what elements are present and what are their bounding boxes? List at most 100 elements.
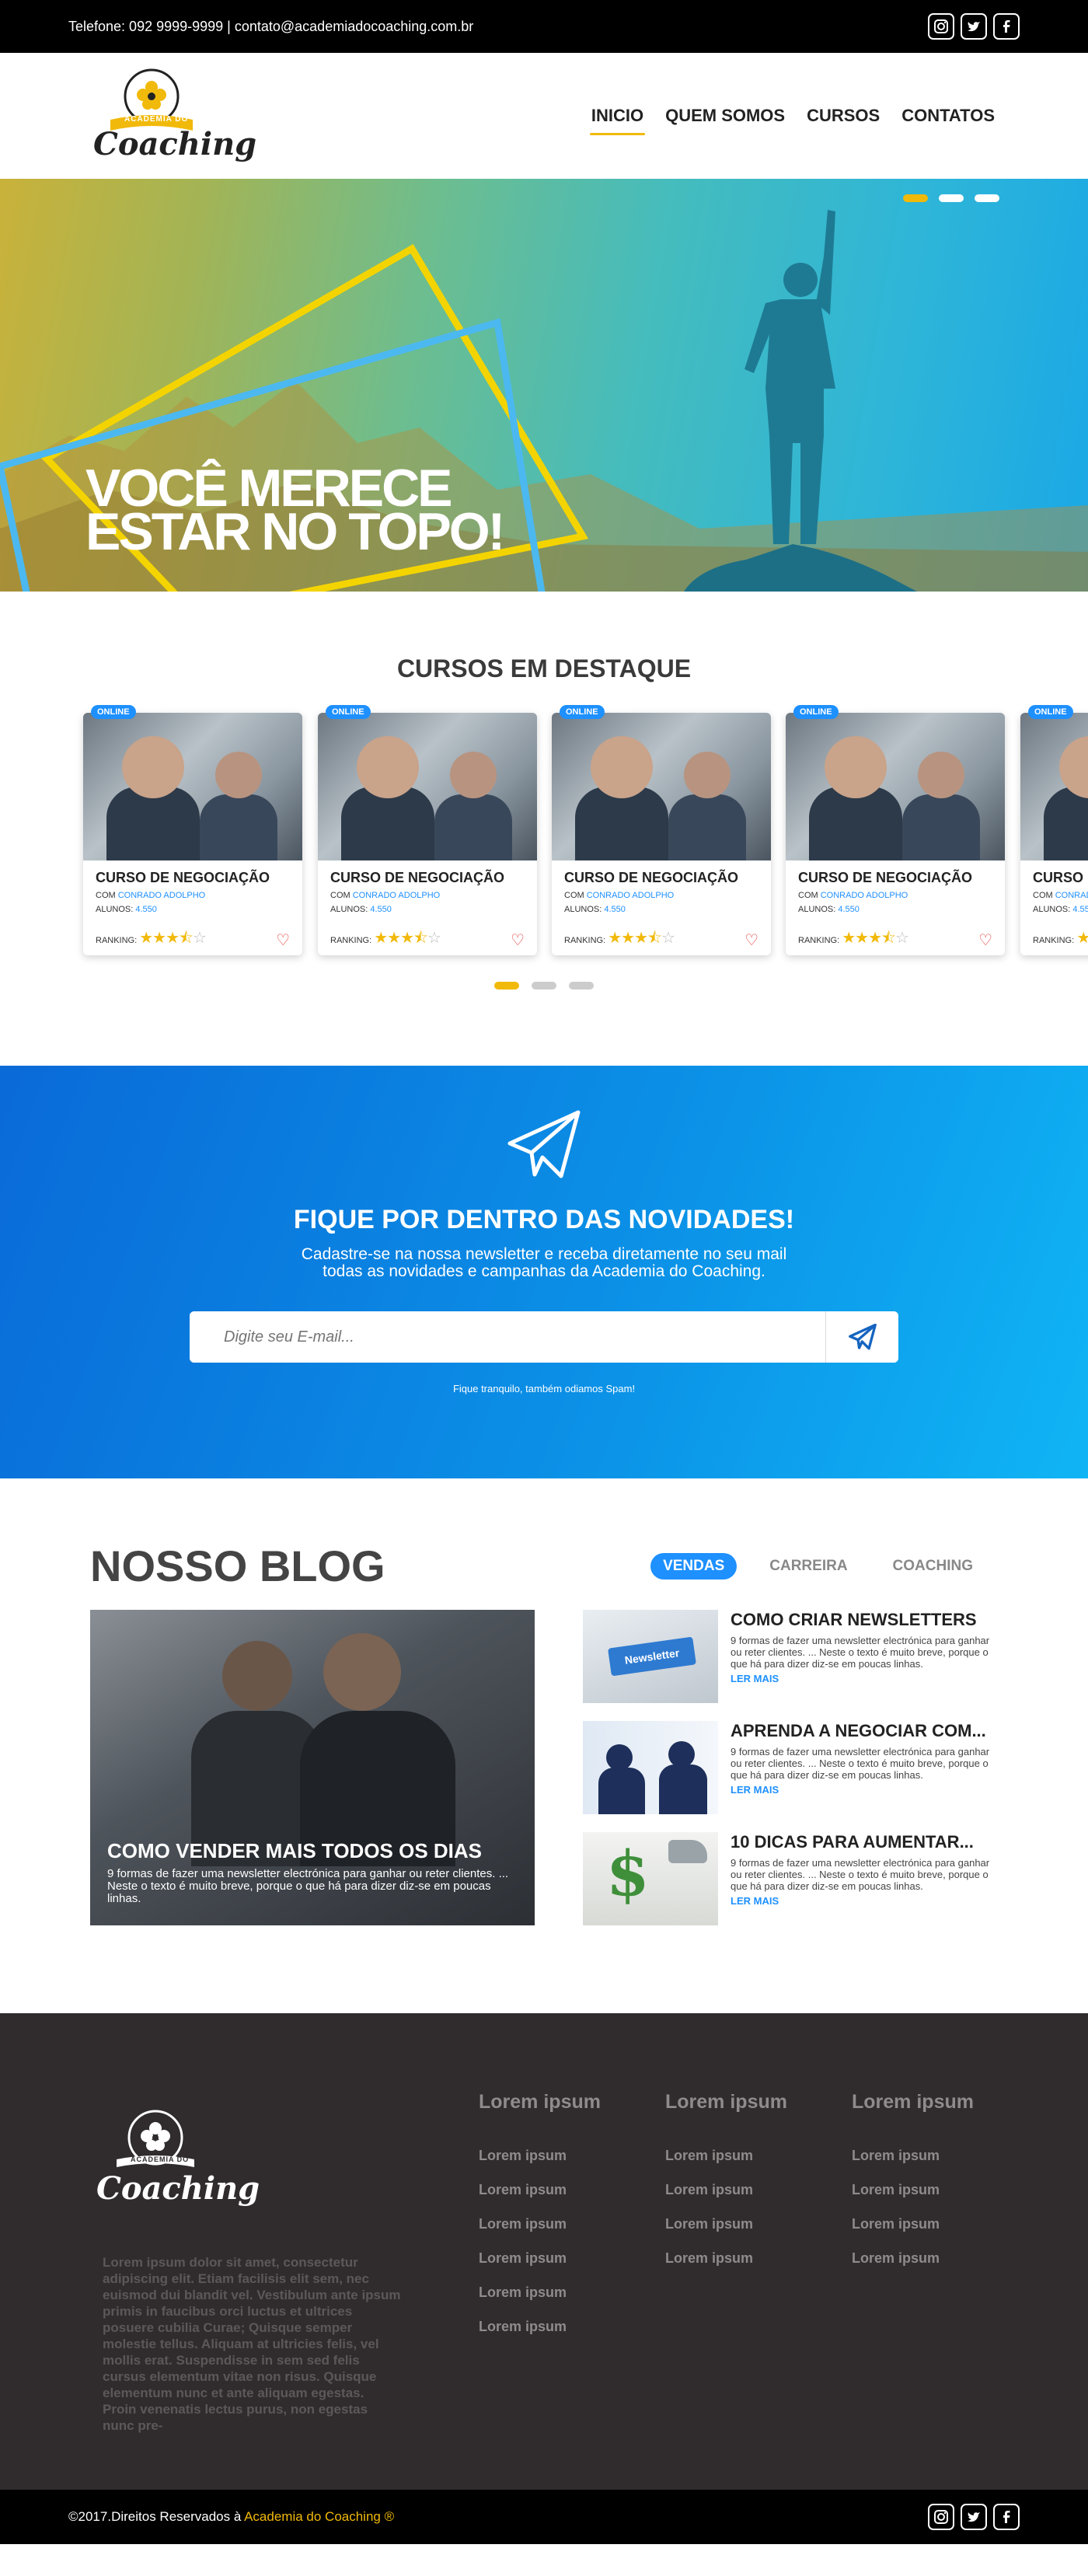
course-students: ALUNOS: 4.550 [96, 905, 157, 914]
footer-link[interactable]: Lorem ipsum [852, 2250, 1007, 2267]
logo-main-text: Coaching [93, 126, 257, 162]
footer-link[interactable]: Lorem ipsum [479, 2148, 634, 2164]
nav-quem-somos[interactable]: QUEM SOMOS [664, 101, 786, 131]
tab-vendas[interactable]: VENDAS [650, 1552, 738, 1579]
post-excerpt: 9 formas de fazer uma newsletter electró… [731, 1857, 990, 1892]
footer-column: Lorem ipsum Lorem ipsum Lorem ipsum Lore… [665, 2091, 821, 2285]
footer-link[interactable]: Lorem ipsum [665, 2148, 821, 2164]
footer-link[interactable]: Lorem ipsum [852, 2148, 1007, 2164]
blog-tabs: VENDAS CARREIRA COACHING [650, 1552, 985, 1579]
footer-link[interactable]: Lorem ipsum [665, 2182, 821, 2198]
site-header: ACADEMIA DO Coaching INICIO QUEM SOMOS C… [0, 53, 1088, 179]
paper-plane-icon [507, 1110, 581, 1178]
instructor-link[interactable]: CONRADO ADOLPHO [118, 891, 205, 900]
facebook-icon[interactable] [993, 13, 1020, 40]
footer-logo-main-text: Coaching [96, 2170, 260, 2207]
course-title: CURSO DE NEGOCIAÇÃO [96, 870, 270, 885]
twitter-icon[interactable] [961, 2504, 987, 2530]
site-logo[interactable]: ACADEMIA DO Coaching [93, 65, 256, 166]
newsletter-title: FIQUE POR DENTRO DAS NOVIDADES! [293, 1205, 795, 1234]
post-item[interactable]: Newsletter COMO CRIAR NEWSLETTERS 9 form… [583, 1610, 998, 1703]
courses-dot-3[interactable] [569, 982, 594, 990]
hero-dot-2[interactable] [939, 194, 964, 202]
site-footer: ACADEMIA DO Coaching Lorem ipsum dolor s… [0, 2013, 1088, 2490]
instagram-icon[interactable] [928, 13, 954, 40]
footer-link[interactable]: Lorem ipsum [479, 2182, 634, 2198]
newsletter-key: Newsletter [608, 1636, 696, 1677]
course-instructor: COM CONRADO ADOLPHO [798, 891, 908, 900]
online-badge: ONLINE [326, 705, 371, 719]
featured-post[interactable]: COMO VENDER MAIS TODOS OS DIAS 9 formas … [90, 1610, 535, 1925]
course-card[interactable]: ONLINE CURSO DE NEGOCIAÇÃO COM CONRADO A… [83, 705, 302, 955]
instagram-icon[interactable] [928, 2504, 954, 2530]
nav-contatos[interactable]: CONTATOS [900, 101, 996, 131]
twitter-icon[interactable] [961, 13, 987, 40]
course-ranking: RANKING: ★★★⯪☆ [564, 930, 675, 947]
favorite-heart-icon[interactable]: ♡ [745, 930, 758, 950]
rating-stars: ★★★⯪☆ [139, 930, 207, 947]
course-image [1020, 713, 1088, 860]
footer-link[interactable]: Lorem ipsum [852, 2216, 1007, 2232]
post-excerpt: 9 formas de fazer uma newsletter electró… [731, 1746, 990, 1781]
hero-dot-1[interactable] [903, 194, 928, 202]
rating-stars: ★★★⯪☆ [1076, 930, 1088, 947]
nav-inicio[interactable]: INICIO [589, 101, 646, 135]
course-card[interactable]: ONLINE CURSO DE NEGOCIAÇÃO COM CONRADO A… [318, 705, 537, 955]
footer-link[interactable]: Lorem ipsum [852, 2182, 1007, 2198]
footer-link[interactable]: Lorem ipsum [479, 2216, 634, 2232]
email-input[interactable] [190, 1311, 825, 1363]
hero-line-2: ESTAR NO TOPO! [85, 502, 505, 561]
course-ranking: RANKING: ★★★⯪☆ [330, 930, 441, 947]
post-item[interactable]: $ 10 DICAS PARA AUMENTAR... 9 formas de … [583, 1832, 998, 1925]
course-instructor: COM CONRADO ADOLPHO [564, 891, 675, 900]
facebook-icon[interactable] [993, 2504, 1020, 2530]
post-title: APRENDA A NEGOCIAR COM... [731, 1721, 986, 1740]
courses-title: CURSOS EM DESTAQUE [396, 654, 692, 682]
post-item[interactable]: APRENDA A NEGOCIAR COM... 9 formas de fa… [583, 1721, 998, 1814]
send-icon [848, 1324, 877, 1350]
course-ranking: RANKING: ★★★⯪☆ [1033, 927, 1088, 953]
course-ranking: RANKING: ★★★⯪☆ [798, 930, 909, 947]
top-bar: Telefone: 092 9999-9999 | contato@academ… [0, 0, 1088, 53]
favorite-heart-icon[interactable]: ♡ [511, 930, 525, 950]
instructor-link[interactable]: CONRADO ADOLPHO [821, 891, 908, 900]
instructor-link[interactable]: CONRADO ADOLPHO [587, 891, 674, 900]
course-image [552, 713, 771, 860]
footer-link[interactable]: Lorem ipsum [479, 2319, 634, 2335]
post-title: 10 DICAS PARA AUMENTAR... [731, 1832, 974, 1852]
hero-dot-3[interactable] [975, 194, 999, 202]
bottom-bar: ©2017.Direitos Reservados à Academia do … [0, 2490, 1088, 2544]
hero-banner: VOCÊ MERECE ESTAR NO TOPO! [0, 179, 1088, 592]
footer-link[interactable]: Lorem ipsum [665, 2216, 821, 2232]
courses-dot-1[interactable] [494, 982, 519, 990]
instructor-link[interactable]: CONRADO ADOLPHO [1055, 891, 1088, 900]
course-students: ALUNOS: 4.550 [798, 905, 860, 914]
tab-carreira[interactable]: CARREIRA [757, 1553, 860, 1579]
courses-dot-2[interactable] [532, 982, 556, 990]
course-card[interactable]: ONLINE CURSO DE NEGOCIAÇÃO COM CONRADO A… [552, 705, 771, 955]
instructor-link[interactable]: CONRADO ADOLPHO [353, 891, 440, 900]
read-more-link[interactable]: LER MAIS [731, 1784, 998, 1796]
footer-logo[interactable]: ACADEMIA DO Coaching [93, 2099, 260, 2215]
logo-top-text: ACADEMIA DO [124, 115, 189, 124]
course-students: ALUNOS: 4.550 [1033, 905, 1088, 914]
course-card[interactable]: ONLINE CURSO DE NEGOCIAÇÃO COM CONRADO A… [786, 705, 1005, 955]
footer-link[interactable]: Lorem ipsum [665, 2250, 821, 2267]
nav-cursos[interactable]: CURSOS [805, 101, 881, 131]
copyright: ©2017.Direitos Reservados à Academia do … [68, 2509, 395, 2524]
subscribe-button[interactable] [825, 1311, 898, 1363]
favorite-heart-icon[interactable]: ♡ [978, 930, 992, 950]
tab-coaching[interactable]: COACHING [881, 1553, 985, 1579]
course-title: CURSO DE NEGOCIAÇÃO [330, 870, 505, 885]
course-card[interactable]: ONLINE CURSO DE NEGOCIAÇÃO COM CONRADO A… [1020, 705, 1088, 955]
rating-stars: ★★★⯪☆ [608, 930, 675, 947]
footer-link[interactable]: Lorem ipsum [479, 2250, 634, 2267]
read-more-link[interactable]: LER MAIS [731, 1673, 998, 1684]
post-thumbnail: $ [583, 1832, 718, 1925]
footer-logo-top-text: ACADEMIA DO [131, 2155, 190, 2163]
favorite-heart-icon[interactable]: ♡ [276, 930, 290, 950]
footer-link[interactable]: Lorem ipsum [479, 2285, 634, 2301]
footer-column: Lorem ipsum Lorem ipsum Lorem ipsum Lore… [852, 2091, 1007, 2285]
read-more-link[interactable]: LER MAIS [731, 1895, 998, 1907]
course-title: CURSO DE NEGOCIAÇÃO [798, 870, 973, 885]
